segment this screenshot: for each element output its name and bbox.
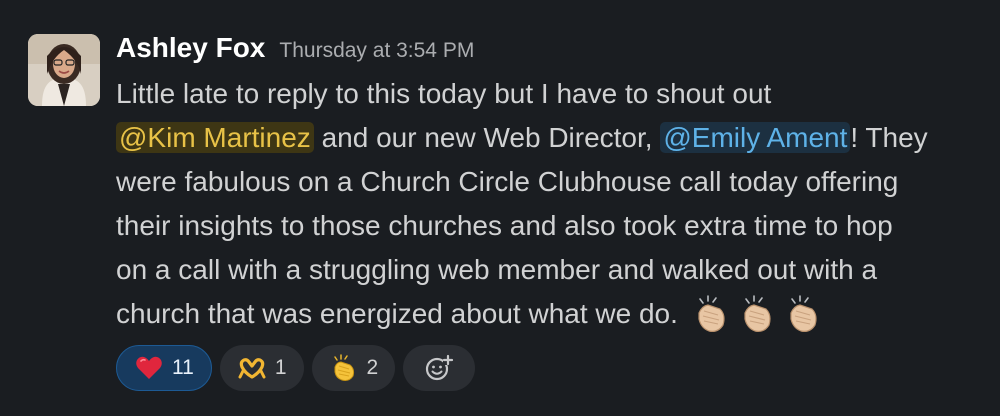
message-line: were fabulous on a Church Circle Clubhou…	[116, 160, 976, 204]
user-mention[interactable]: @Kim Martinez	[116, 122, 314, 153]
message-line: on a call with a struggling web member a…	[116, 248, 976, 292]
clap-icon	[333, 354, 354, 381]
reaction-clap[interactable]: 2	[311, 345, 396, 391]
message-text: ! They	[850, 122, 928, 153]
message-line: their insights to those churches and als…	[116, 204, 976, 248]
author-name[interactable]: Ashley Fox	[116, 32, 265, 64]
message-text: their insights to those churches and als…	[116, 210, 893, 241]
message-text: Little late to reply to this today but I…	[116, 78, 772, 109]
reaction-count: 1	[274, 356, 287, 379]
message-line: Little late to reply to this today but I…	[116, 72, 976, 116]
add-emoji-icon	[426, 354, 454, 381]
reactions-bar: 11 1 2	[116, 345, 476, 391]
clap-emoji-icon	[744, 295, 771, 332]
message-timestamp[interactable]: Thursday at 3:54 PM	[279, 39, 474, 63]
message-text: and our new Web Director,	[321, 122, 653, 153]
heart-icon	[136, 356, 162, 379]
clap-emoji-icon	[790, 295, 817, 332]
message-body: Little late to reply to this today but I…	[116, 72, 976, 336]
heart-hands-icon	[238, 358, 266, 379]
message-text: church that was energized about what we …	[116, 298, 678, 329]
user-mention[interactable]: @Emily Ament	[660, 122, 851, 153]
message-header: Ashley Fox Thursday at 3:54 PM	[116, 32, 474, 64]
reaction-count: 2	[366, 356, 379, 379]
clap-emoji-icon	[698, 295, 725, 332]
message-text: were fabulous on a Church Circle Clubhou…	[116, 166, 899, 197]
message-line: church that was energized about what we …	[116, 292, 976, 336]
add-reaction-button[interactable]	[403, 345, 476, 391]
avatar[interactable]	[28, 34, 100, 106]
message: Ashley Fox Thursday at 3:54 PM Little la…	[0, 0, 1000, 416]
message-line: @Kim Martinez and our new Web Director, …	[116, 116, 976, 160]
reaction-count: 11	[172, 356, 194, 379]
reaction-heart-hands[interactable]: 1	[219, 345, 304, 391]
reaction-heart[interactable]: 11	[116, 345, 212, 391]
message-text: on a call with a struggling web member a…	[116, 254, 878, 285]
